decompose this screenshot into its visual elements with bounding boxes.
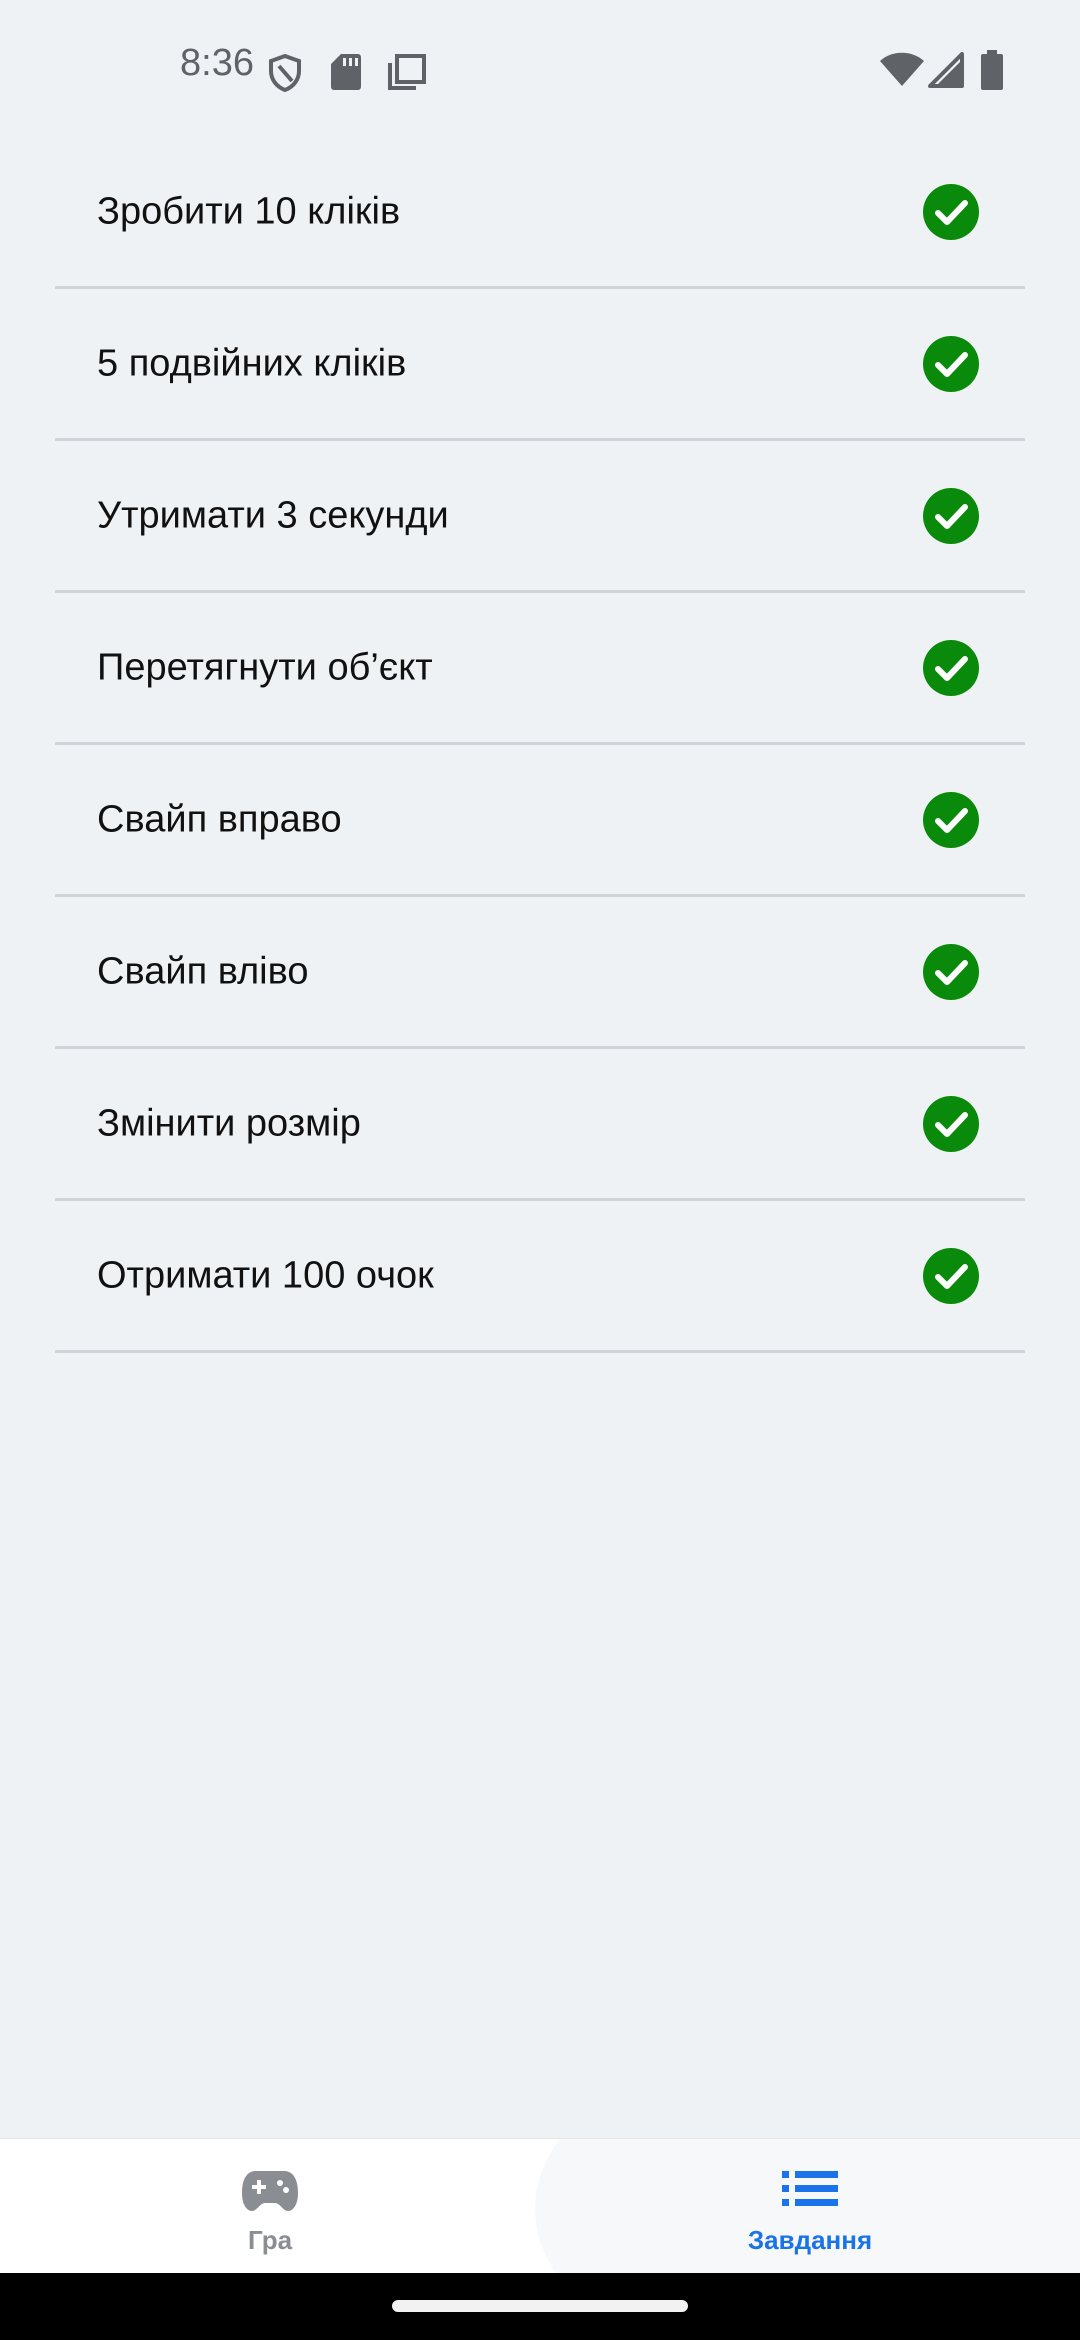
screenshot-icon [388, 54, 426, 90]
task-row[interactable]: Змінити розмір [55, 1049, 1025, 1201]
check-circle-icon [923, 1247, 979, 1304]
task-row[interactable]: Свайп вправо [55, 745, 1025, 897]
check-circle-icon [923, 183, 979, 240]
task-row[interactable]: Утримати 3 секунди [55, 441, 1025, 593]
task-label: Змінити розмір [97, 1102, 361, 1144]
task-label: Утримати 3 секунди [97, 494, 449, 536]
home-handle[interactable] [392, 2300, 688, 2312]
battery-icon [980, 50, 1004, 90]
shield-icon [268, 54, 302, 92]
check-circle-icon [923, 791, 979, 848]
sd-card-icon [331, 54, 361, 90]
task-label: Зробити 10 кліків [97, 190, 401, 232]
bottom-navigation: Гра Завдання [0, 2138, 1080, 2274]
task-label: 5 подвійних кліків [97, 342, 407, 384]
task-row[interactable]: Свайп вліво [55, 897, 1025, 1049]
nav-label-game: Гра [247, 2225, 293, 2255]
system-navigation-bar [0, 2273, 1080, 2340]
task-label: Свайп вправо [97, 798, 342, 840]
check-circle-icon [923, 943, 979, 1000]
nav-item-tasks[interactable]: Завдання [535, 2139, 1080, 2274]
wifi-icon [880, 52, 924, 88]
task-row[interactable]: 5 подвійних кліків [55, 289, 1025, 441]
status-bar: 8:36 [0, 0, 1080, 140]
task-row[interactable]: Отримати 100 очок [55, 1201, 1025, 1353]
nav-item-game[interactable]: Гра [0, 2139, 540, 2274]
task-row[interactable]: Зробити 10 кліків [55, 137, 1025, 289]
nav-label-tasks: Завдання [747, 2225, 873, 2255]
list-icon [782, 2169, 838, 2209]
check-circle-icon [923, 487, 979, 544]
task-label: Свайп вліво [97, 950, 309, 992]
check-circle-icon [923, 639, 979, 696]
task-label: Отримати 100 очок [97, 1254, 434, 1296]
status-time: 8:36 [180, 42, 254, 84]
gamepad-icon [242, 2169, 298, 2213]
task-label: Перетягнути об’єкт [97, 646, 433, 688]
task-list: Зробити 10 кліків 5 подвійних кліків Утр… [55, 137, 1025, 1353]
check-circle-icon [923, 1095, 979, 1152]
check-circle-icon [923, 335, 979, 392]
cellular-icon [928, 52, 964, 88]
task-row[interactable]: Перетягнути об’єкт [55, 593, 1025, 745]
